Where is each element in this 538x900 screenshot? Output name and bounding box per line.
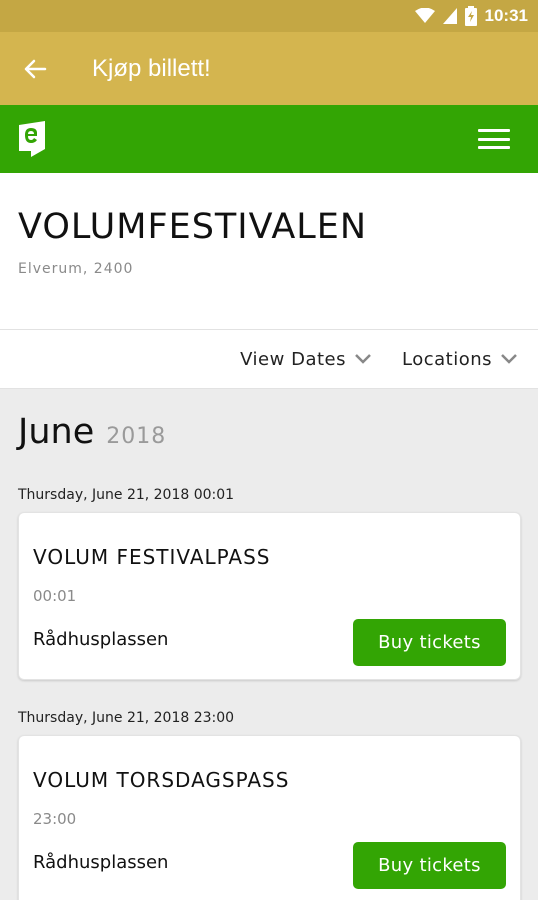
event-name: VOLUM TORSDAGSPASS xyxy=(33,768,290,792)
view-dates-label: View Dates xyxy=(240,348,346,370)
month-name: June xyxy=(18,412,95,452)
event-card: VOLUM TORSDAGSPASS 23:00 Rådhusplassen B… xyxy=(18,735,521,900)
event-venue: Rådhusplassen xyxy=(33,629,169,650)
event-time: 23:00 xyxy=(33,810,77,828)
wifi-icon xyxy=(414,8,435,23)
view-dates-dropdown[interactable]: View Dates xyxy=(240,349,372,370)
event-card: VOLUM FESTIVALPASS 00:01 Rådhusplassen B… xyxy=(18,512,521,680)
buy-tickets-button[interactable]: Buy tickets xyxy=(353,619,506,666)
listing-date: Thursday, June 21, 2018 00:01 xyxy=(18,487,235,503)
locations-dropdown[interactable]: Locations xyxy=(402,349,518,370)
menu-line xyxy=(478,137,510,141)
event-header: VOLUMFESTIVALEN Elverum, 2400 xyxy=(0,173,538,329)
event-title: VOLUMFESTIVALEN xyxy=(18,207,368,247)
event-name: VOLUM FESTIVALPASS xyxy=(33,545,271,569)
hamburger-menu-icon[interactable] xyxy=(478,126,510,152)
event-time: 00:01 xyxy=(33,587,77,605)
clock: 10:31 xyxy=(484,6,528,25)
month-year: 2018 xyxy=(106,424,167,449)
chevron-down-icon xyxy=(501,354,517,364)
menu-line xyxy=(478,129,510,132)
month-heading: June 2018 xyxy=(18,412,166,452)
locations-label: Locations xyxy=(401,348,492,370)
buy-tickets-button[interactable]: Buy tickets xyxy=(353,842,506,889)
status-bar: 10:31 xyxy=(0,0,538,32)
page-title: Kjøp billett! xyxy=(92,54,211,82)
event-location: Elverum, 2400 xyxy=(18,261,134,277)
arrow-left-icon xyxy=(24,59,47,78)
logo-icon xyxy=(19,121,45,157)
menu-line xyxy=(478,146,510,149)
back-button[interactable] xyxy=(0,32,70,105)
app-bar: Kjøp billett! xyxy=(0,32,538,105)
listing-date: Thursday, June 21, 2018 23:00 xyxy=(18,710,235,726)
brand-logo[interactable] xyxy=(17,119,47,159)
chevron-down-icon xyxy=(355,354,371,364)
battery-icon xyxy=(464,6,477,26)
brand-bar xyxy=(0,105,538,173)
cellular-signal-icon xyxy=(442,8,457,24)
filter-bar: View Dates Locations xyxy=(0,329,538,389)
event-venue: Rådhusplassen xyxy=(33,852,169,873)
